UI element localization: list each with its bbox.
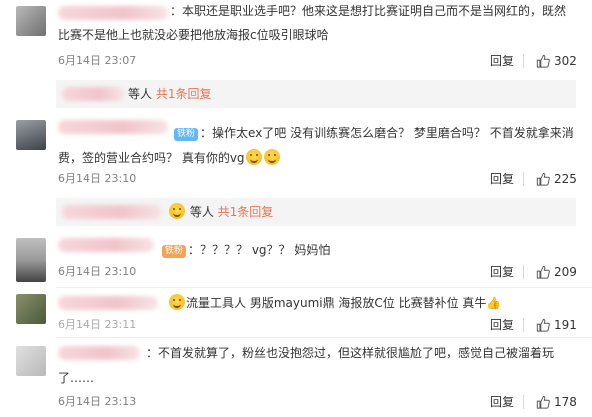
view-replies-link[interactable]: 共1条回复 — [156, 87, 212, 101]
like-count: 209 — [554, 265, 577, 279]
timestamp: 6月14日 23:11 — [58, 318, 137, 331]
comment-text: 了…… — [58, 371, 95, 385]
like-button[interactable]: 178 — [536, 394, 577, 410]
like-button[interactable]: 209 — [536, 264, 577, 280]
sub-reply-text: 等人 共1条回复 — [168, 198, 273, 226]
reply-button[interactable]: 回复 — [490, 265, 514, 279]
thumbs-up-icon — [536, 54, 550, 68]
comment-text: 费，签的营业合约吗？ 真有你的vg — [58, 148, 281, 168]
divider — [56, 287, 592, 288]
view-replies-link[interactable]: 共1条回复 — [218, 205, 274, 219]
comment-text: 铁粉 ：操作太ex了吧 没有训练赛怎么磨合？ 梦里磨合吗？ 不首发就拿来消 — [172, 123, 574, 143]
like-button[interactable]: 191 — [536, 317, 577, 333]
comment-text: ：不首发就算了，粉丝也没抱怨过，但这样就很尴尬了吧，感觉自己被溜着玩 — [146, 346, 555, 360]
like-count: 178 — [554, 395, 577, 409]
like-button[interactable]: 225 — [536, 171, 577, 187]
comment-text: 流量工具人 男版mayumi鼎 海报放C位 比赛替补位 真牛👍 — [168, 293, 501, 313]
divider — [523, 318, 524, 332]
sub-reply-summary[interactable]: 等人 共1条回复 — [56, 198, 576, 226]
fan-badge: 铁粉 — [174, 128, 199, 141]
divider — [523, 172, 524, 186]
like-button[interactable]: 302 — [536, 53, 577, 69]
thumbs-up-icon — [536, 395, 550, 409]
avatar[interactable] — [16, 238, 46, 282]
comment-text: 铁粉：？？？？ vg？？ 妈妈怕 — [160, 240, 330, 260]
thumbs-up-icon — [536, 172, 550, 186]
shy-emoji-icon — [263, 149, 280, 165]
smile-emoji-icon — [169, 294, 185, 310]
avatar[interactable] — [16, 294, 46, 324]
like-count: 302 — [554, 54, 577, 68]
reply-button[interactable]: 回复 — [490, 54, 514, 68]
reply-button[interactable]: 回复 — [490, 318, 514, 332]
fan-badge: 铁粉 — [162, 245, 187, 258]
avatar[interactable] — [16, 6, 46, 36]
timestamp: 6月14日 23:10 — [58, 172, 137, 185]
divider — [523, 54, 524, 68]
timestamp: 6月14日 23:10 — [58, 265, 137, 278]
timestamp: 6月14日 23:07 — [58, 54, 137, 67]
username[interactable] — [58, 6, 168, 20]
username[interactable] — [62, 205, 162, 219]
comment-text: 比赛不是他上也就没必要把他放海报c位吸引眼球哈 — [58, 28, 329, 42]
sub-reply-text: 等人 共1条回复 — [128, 87, 212, 101]
avatar[interactable] — [16, 346, 46, 376]
divider — [523, 395, 524, 409]
username[interactable] — [58, 238, 154, 252]
username[interactable] — [58, 346, 140, 360]
reply-button[interactable]: 回复 — [490, 395, 514, 409]
avatar[interactable] — [16, 120, 46, 150]
divider — [56, 337, 592, 338]
smile-emoji-icon — [169, 203, 185, 219]
sub-reply-summary[interactable]: 等人 共1条回复 — [56, 80, 576, 108]
thumbs-up-emoji-icon: 👍 — [486, 296, 502, 310]
thumbs-up-icon — [536, 318, 550, 332]
username[interactable] — [58, 296, 158, 310]
thumbs-up-icon — [536, 265, 550, 279]
like-count: 225 — [554, 172, 577, 186]
divider — [523, 265, 524, 279]
timestamp: 6月14日 23:13 — [58, 395, 137, 408]
username[interactable] — [58, 120, 168, 134]
username[interactable] — [62, 87, 124, 101]
smile-emoji-icon — [245, 149, 262, 165]
comment-text: ：本职还是职业选手吧？他来这是想打比赛证明自己而不是当网红的，既然 — [170, 4, 567, 18]
like-count: 191 — [554, 318, 577, 332]
reply-button[interactable]: 回复 — [490, 172, 514, 186]
